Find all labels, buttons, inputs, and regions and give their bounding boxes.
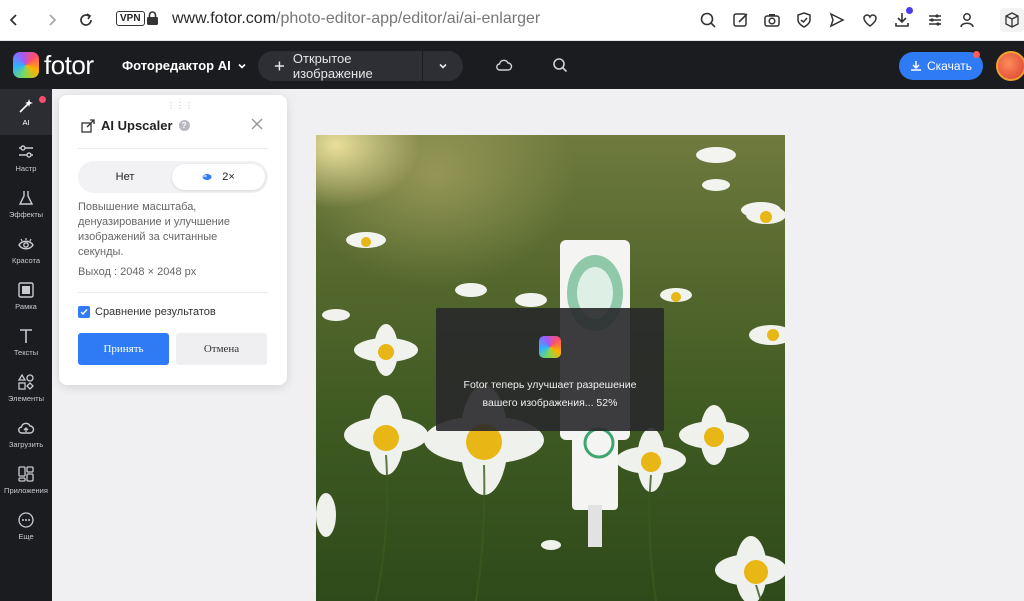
text-icon	[20, 329, 32, 343]
drag-handle-icon[interactable]: ⋮⋮⋮	[167, 101, 194, 110]
open-image-dropdown[interactable]	[422, 61, 463, 71]
address-bar[interactable]: www.fotor.com/photo-editor-app/editor/ai…	[172, 10, 540, 28]
avatar[interactable]	[996, 51, 1024, 81]
option-none[interactable]: Нет	[81, 164, 169, 190]
sparkle-icon	[19, 99, 33, 113]
sidebar-item-adjust[interactable]: Настр	[0, 135, 52, 181]
checkbox-checked-icon[interactable]	[78, 306, 90, 318]
progress-line-2: вашего изображения... 52%	[482, 397, 618, 409]
camera-icon[interactable]	[760, 8, 784, 32]
edit-icon[interactable]	[729, 8, 753, 32]
sidebar-item-label: Элементы	[8, 394, 44, 403]
sidebar-item-upload[interactable]: Загрузить	[0, 411, 52, 457]
fotor-logo-icon[interactable]	[13, 52, 39, 78]
sidebar-item-text[interactable]: Тексты	[0, 319, 52, 365]
notification-dot	[906, 7, 913, 14]
tool-sidebar: AI Настр Эффекты Красота Рамка Тексты Эл…	[0, 89, 52, 601]
extension-box-icon[interactable]	[1000, 8, 1024, 32]
profile-icon[interactable]	[955, 8, 979, 32]
open-image-label: Открытое изображение	[292, 51, 373, 81]
upscale-icon	[81, 118, 95, 133]
open-image-button[interactable]: Открытое изображение	[258, 51, 422, 81]
notification-dot	[973, 51, 980, 58]
option-2x-label: 2×	[222, 171, 235, 183]
sidebar-item-label: AI	[22, 118, 30, 127]
shield-icon[interactable]	[792, 8, 816, 32]
open-image-control: Открытое изображение	[258, 51, 463, 81]
vpn-badge[interactable]: VPN	[116, 11, 145, 26]
sidebar-item-label: Красота	[11, 256, 41, 265]
lock-icon	[146, 11, 159, 31]
option-none-label: Нет	[115, 171, 135, 183]
filters-icon[interactable]	[923, 8, 947, 32]
diamond-icon	[202, 174, 212, 180]
compare-label: Сравнение результатов	[95, 306, 216, 318]
close-icon[interactable]	[251, 117, 263, 135]
sidebar-item-label: Рамка	[15, 302, 37, 311]
cancel-button[interactable]: Отмена	[176, 333, 267, 365]
browser-toolbar: VPN www.fotor.com/photo-editor-app/edito…	[0, 0, 1024, 41]
sidebar-item-apps[interactable]: Приложения	[0, 457, 52, 503]
sliders-icon	[19, 145, 33, 158]
send-icon[interactable]	[825, 8, 849, 32]
divider	[78, 148, 268, 149]
app-header: fotor Фоторедактор AI Открытое изображен…	[0, 41, 1024, 89]
heart-icon[interactable]	[858, 8, 882, 32]
accept-button[interactable]: Принять	[78, 333, 169, 365]
forward-icon[interactable]	[40, 8, 64, 32]
panel-description: Повышение масштаба, денуазирование и улу…	[78, 201, 231, 258]
notification-dot	[39, 96, 46, 103]
chevron-down-icon	[439, 63, 447, 69]
sidebar-item-label: Тексты	[13, 348, 39, 357]
panel-header: AI Upscaler ?	[81, 118, 190, 133]
output-size: Выход : 2048 × 2048 px	[78, 266, 197, 278]
cloud-upload-icon	[18, 422, 35, 434]
download-label: Скачать	[927, 59, 972, 73]
eye-icon	[18, 238, 34, 250]
plus-icon	[274, 61, 284, 71]
progress-message: Fotor теперь улучшает разрешение вашего …	[436, 376, 664, 412]
fotor-logo-icon	[539, 336, 561, 358]
sidebar-item-label: Эффекты	[8, 210, 44, 219]
progress-line-1: Fotor теперь улучшает разрешение	[463, 379, 637, 391]
sidebar-item-label: Еще	[18, 532, 34, 541]
url-path: /photo-editor-app/editor/ai/ai-enlarger	[276, 10, 541, 27]
search-icon[interactable]	[551, 56, 569, 79]
chevron-down-icon	[238, 63, 246, 69]
ai-upscaler-panel: ⋮⋮⋮ AI Upscaler ? Нет 2× Повышение масшт…	[59, 95, 287, 385]
progress-overlay: Fotor теперь улучшает разрешение вашего …	[436, 308, 664, 431]
logo-text[interactable]: fotor	[44, 50, 94, 81]
frame-icon	[18, 282, 34, 298]
editor-menu[interactable]: Фоторедактор AI	[122, 58, 247, 73]
sidebar-item-label: Загрузить	[8, 440, 44, 449]
download-icon	[911, 61, 921, 71]
cloud-icon[interactable]	[495, 56, 513, 79]
help-icon[interactable]: ?	[178, 120, 190, 131]
divider	[78, 292, 268, 293]
sidebar-item-more[interactable]: Еще	[0, 503, 52, 549]
cancel-label: Отмена	[203, 343, 240, 355]
download-button[interactable]: Скачать	[899, 52, 983, 80]
scale-selector: Нет 2×	[78, 161, 268, 193]
reload-icon[interactable]	[74, 8, 98, 32]
apps-icon	[18, 466, 34, 482]
accept-label: Принять	[103, 343, 144, 355]
url-host: www.fotor.com	[172, 10, 277, 27]
flask-icon	[18, 191, 34, 205]
sidebar-item-label: Приложения	[4, 486, 48, 495]
more-icon	[18, 512, 34, 528]
sidebar-item-label: Настр	[15, 164, 37, 173]
sidebar-item-effects[interactable]: Эффекты	[0, 181, 52, 227]
compare-results-toggle[interactable]: Сравнение результатов	[78, 306, 216, 318]
shapes-icon	[17, 373, 34, 390]
option-2x[interactable]: 2×	[172, 164, 265, 190]
sidebar-item-beauty[interactable]: Красота	[0, 227, 52, 273]
search-page-icon[interactable]	[696, 8, 720, 32]
sidebar-item-frame[interactable]: Рамка	[0, 273, 52, 319]
back-icon[interactable]	[2, 8, 26, 32]
sidebar-item-elements[interactable]: Элементы	[0, 365, 52, 411]
editor-menu-label: Фоторедактор AI	[122, 58, 231, 73]
panel-title: AI Upscaler	[101, 118, 173, 133]
